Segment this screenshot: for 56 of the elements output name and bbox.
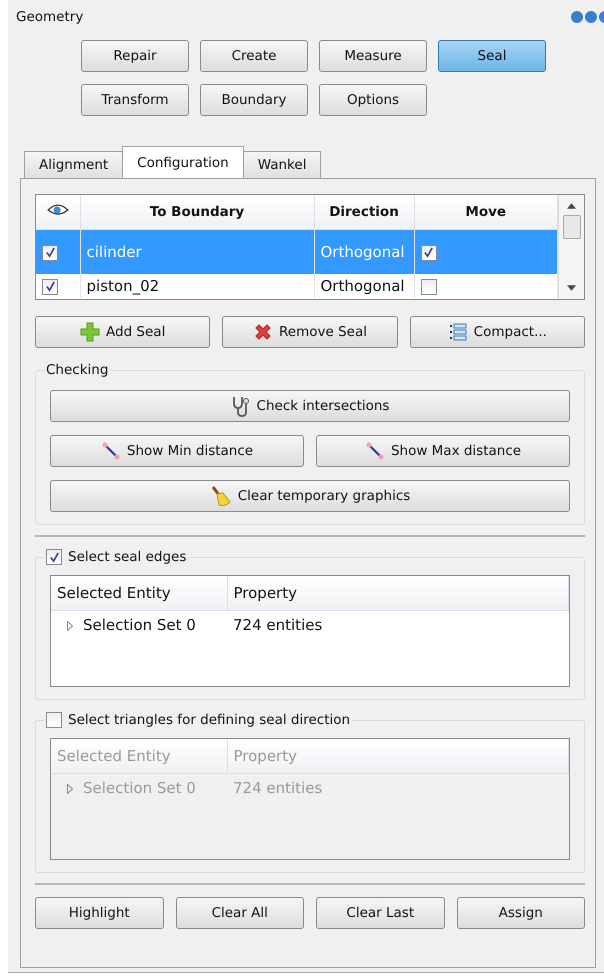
checkbox-label: Select triangles for defining seal direction <box>68 712 350 728</box>
table-cell: cilinder <box>80 230 314 274</box>
tree-item[interactable]: Selection Set 0 <box>51 610 227 639</box>
close-icon <box>253 322 273 342</box>
table-action-button[interactable]: Remove Seal <box>222 316 398 348</box>
group-title: Checking <box>45 362 110 378</box>
broom-icon <box>210 485 232 507</box>
column-header[interactable]: Property <box>227 576 568 610</box>
scroll-up-icon[interactable] <box>567 203 576 209</box>
table-cell: Orthogonal <box>314 230 414 274</box>
table-action-button[interactable]: Add Seal <box>35 316 210 348</box>
checkbox[interactable] <box>42 278 58 295</box>
action-button[interactable]: Clear Last <box>316 897 444 929</box>
tab[interactable]: Alignment <box>24 151 124 178</box>
mode-button[interactable]: Boundary <box>200 84 308 116</box>
tab[interactable]: Wankel <box>242 151 322 178</box>
column-header[interactable]: Selected Entity <box>51 576 227 610</box>
checkbox[interactable] <box>420 244 436 261</box>
list-icon <box>448 322 468 342</box>
stethoscope-icon <box>230 395 251 417</box>
action-button[interactable]: Clear All <box>176 897 304 929</box>
table-cell: piston_02 <box>80 274 314 298</box>
check-button[interactable]: Show Max distance <box>316 435 570 467</box>
mode-button[interactable]: Options <box>319 84 427 116</box>
panel-title: Geometry <box>16 9 84 25</box>
table-cell: Orthogonal <box>314 274 414 298</box>
scroll-down-icon[interactable] <box>567 285 576 291</box>
plus-icon <box>80 322 100 342</box>
action-button[interactable]: Assign <box>456 897 585 929</box>
check-button[interactable]: Clear temporary graphics <box>50 480 570 512</box>
column-header[interactable]: To Boundary <box>80 195 314 230</box>
checkbox[interactable] <box>46 549 62 565</box>
column-header[interactable]: Move <box>414 195 558 230</box>
column-header[interactable]: Direction <box>314 195 414 230</box>
scroll-thumb[interactable] <box>562 215 580 239</box>
mode-button[interactable]: Create <box>200 40 308 72</box>
scrollbar[interactable] <box>558 195 584 299</box>
mode-button[interactable]: Measure <box>319 40 427 72</box>
tab[interactable]: Configuration <box>122 146 244 178</box>
mode-button[interactable]: Repair <box>81 40 189 72</box>
table-action-button[interactable]: Compact... <box>410 316 585 348</box>
circle-icon[interactable] <box>599 11 604 23</box>
checkbox[interactable] <box>420 278 436 295</box>
checkbox-label: Select seal edges <box>68 549 186 565</box>
checkbox[interactable] <box>42 244 58 261</box>
action-button[interactable]: Highlight <box>35 897 164 929</box>
table-cell: 724 entities <box>227 774 568 802</box>
expand-icon[interactable] <box>67 620 73 631</box>
line-segment-icon <box>100 441 121 461</box>
mode-button[interactable]: Transform <box>81 84 189 116</box>
table-cell: 724 entities <box>227 610 568 639</box>
check-button[interactable]: Show Min distance <box>50 435 304 467</box>
mode-button[interactable]: Seal <box>438 40 546 72</box>
expand-icon[interactable] <box>67 784 73 794</box>
check-button[interactable]: Check intersections <box>50 390 570 422</box>
line-segment-icon <box>364 441 385 461</box>
